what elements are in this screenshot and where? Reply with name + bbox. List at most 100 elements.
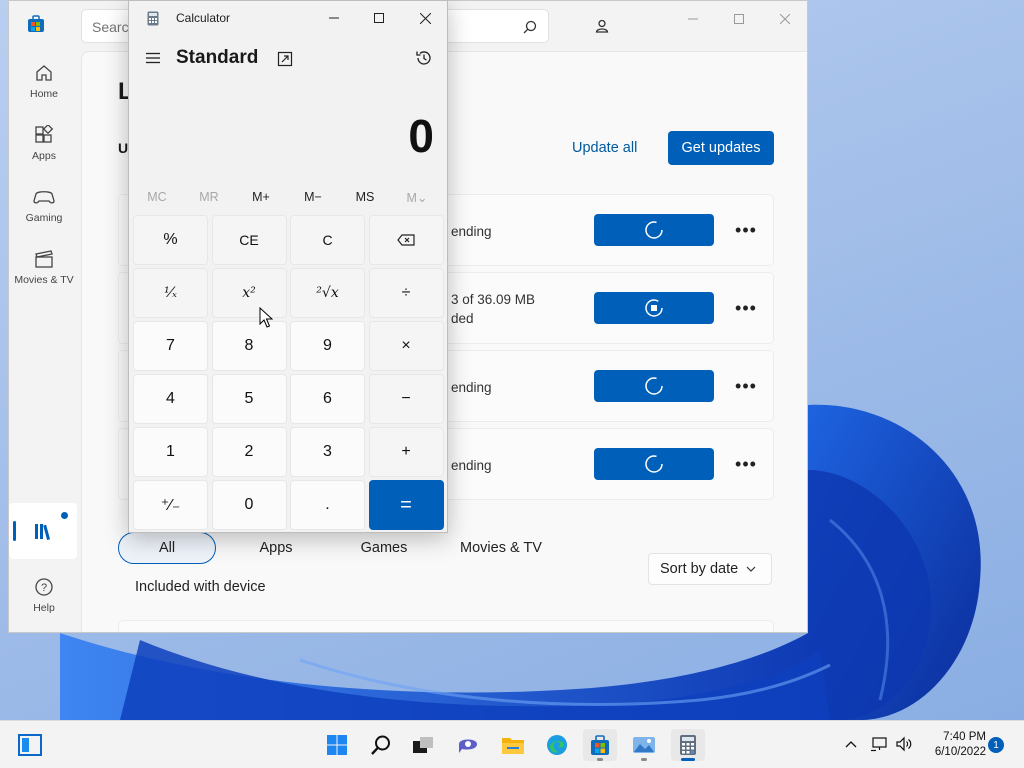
filter-tab-movies-tv[interactable]: Movies & TV [442, 532, 560, 564]
digit-0-button[interactable]: 0 [211, 480, 287, 530]
digit-2-button[interactable]: 2 [211, 427, 287, 477]
get-updates-button[interactable]: Get updates [668, 131, 774, 165]
store-close-button[interactable] [762, 5, 807, 33]
multiply-button[interactable]: × [368, 321, 444, 371]
filter-tab-games[interactable]: Games [334, 532, 434, 564]
calculator-titlebar[interactable]: Calculator [129, 1, 447, 35]
digit-6-button[interactable]: 6 [290, 374, 365, 424]
download-status: ending [451, 380, 492, 395]
spinner-icon [645, 377, 663, 395]
notification-badge[interactable]: 1 [988, 737, 1004, 753]
close-icon [780, 14, 790, 24]
updates-section-title: U [118, 140, 129, 156]
download-progress-button[interactable] [594, 448, 714, 480]
account-avatar[interactable] [589, 13, 615, 39]
nav-help[interactable]: ? Help [9, 575, 79, 631]
clear-entry-button[interactable]: CE [211, 215, 287, 265]
edge-icon [547, 735, 567, 755]
mouse-cursor-icon [259, 307, 273, 328]
nav-home[interactable]: Home [9, 61, 79, 117]
minimize-icon [329, 17, 339, 19]
search-icon [371, 735, 390, 755]
clock[interactable]: 7:40 PM 6/10/2022 [920, 730, 986, 760]
minimize-icon [688, 18, 698, 20]
store-taskbar-button[interactable] [583, 729, 617, 761]
navigation-menu-button[interactable] [141, 45, 165, 71]
more-options-button[interactable]: ••• [731, 373, 761, 399]
nav-gaming[interactable]: Gaming [9, 185, 79, 241]
store-icon [591, 735, 609, 755]
percent-button[interactable]: % [133, 215, 208, 265]
nav-help-label: Help [33, 602, 55, 614]
filter-tab-apps[interactable]: Apps [226, 532, 326, 564]
calculator-window-title: Calculator [176, 11, 231, 25]
calculator-close-button[interactable] [403, 4, 447, 32]
subtract-button[interactable]: − [368, 374, 444, 424]
more-options-button[interactable]: ••• [731, 295, 761, 321]
negate-button[interactable]: ⁺⁄₋ [133, 480, 208, 530]
volume-button[interactable] [893, 733, 915, 755]
start-button[interactable] [13, 729, 47, 761]
digit-8-button[interactable]: 8 [211, 321, 287, 371]
show-hidden-icons-button[interactable] [840, 733, 862, 755]
store-sidebar: Home Apps Gaming Movies & TV ? Help [9, 51, 79, 631]
download-status: ending [451, 224, 492, 239]
taskbar: 7:40 PM 6/10/2022 1 [0, 720, 1024, 768]
digit-5-button[interactable]: 5 [211, 374, 287, 424]
task-view-button[interactable] [406, 729, 440, 761]
memory-add-button[interactable]: M+ [235, 185, 287, 209]
memory-clear-button[interactable]: MC [131, 185, 183, 209]
calculator-icon [680, 735, 696, 755]
windows-logo-icon [327, 735, 347, 755]
nav-movies-tv[interactable]: Movies & TV [9, 247, 79, 303]
taskbar-search-button[interactable] [364, 729, 398, 761]
photos-button[interactable] [627, 729, 661, 761]
reciprocal-button[interactable]: ¹⁄ₓ [133, 268, 208, 318]
divide-button[interactable]: ÷ [368, 268, 444, 318]
update-all-button[interactable]: Update all [566, 132, 643, 164]
digit-3-button[interactable]: 3 [290, 427, 365, 477]
calculator-maximize-button[interactable] [357, 4, 401, 32]
nav-movies-label: Movies & TV [14, 274, 74, 286]
store-minimize-button[interactable] [670, 5, 716, 33]
nav-apps[interactable]: Apps [9, 123, 79, 179]
backspace-button[interactable] [368, 215, 444, 265]
nav-library[interactable] [9, 503, 77, 559]
search-icon[interactable] [522, 19, 538, 35]
history-button[interactable] [412, 46, 436, 70]
digit-9-button[interactable]: 9 [290, 321, 365, 371]
included-app-row[interactable] [118, 620, 774, 632]
more-options-button[interactable]: ••• [731, 451, 761, 477]
download-stop-button[interactable] [594, 292, 714, 324]
spinner-icon [645, 221, 663, 239]
taskbar-start-button[interactable] [320, 729, 354, 761]
memory-recall-button[interactable]: MR [183, 185, 235, 209]
history-icon [416, 51, 431, 65]
equals-button[interactable]: = [368, 480, 444, 530]
running-indicator [597, 758, 603, 761]
keep-on-top-button[interactable] [274, 48, 296, 70]
edge-button[interactable] [540, 729, 574, 761]
download-progress-button[interactable] [594, 214, 714, 246]
file-explorer-button[interactable] [496, 729, 530, 761]
digit-1-button[interactable]: 1 [133, 427, 208, 477]
clear-button[interactable]: C [290, 215, 365, 265]
add-button[interactable]: + [368, 427, 444, 477]
network-button[interactable] [868, 733, 890, 755]
calculator-minimize-button[interactable] [312, 4, 356, 32]
store-maximize-button[interactable] [716, 5, 762, 33]
filter-tab-all[interactable]: All [118, 532, 216, 564]
memory-store-button[interactable]: MS [339, 185, 391, 209]
memory-list-button[interactable]: M⌄ [391, 185, 443, 209]
chat-button[interactable] [451, 729, 485, 761]
download-progress-button[interactable] [594, 370, 714, 402]
digit-7-button[interactable]: 7 [133, 321, 208, 371]
more-options-button[interactable]: ••• [731, 217, 761, 243]
square-button[interactable]: x² [211, 268, 287, 318]
calculator-taskbar-button[interactable] [671, 729, 705, 761]
decimal-button[interactable]: . [290, 480, 365, 530]
digit-4-button[interactable]: 4 [133, 374, 208, 424]
sort-dropdown[interactable]: Sort by date [648, 553, 772, 585]
memory-subtract-button[interactable]: M− [287, 185, 339, 209]
square-root-button[interactable]: ²√x [290, 268, 365, 318]
